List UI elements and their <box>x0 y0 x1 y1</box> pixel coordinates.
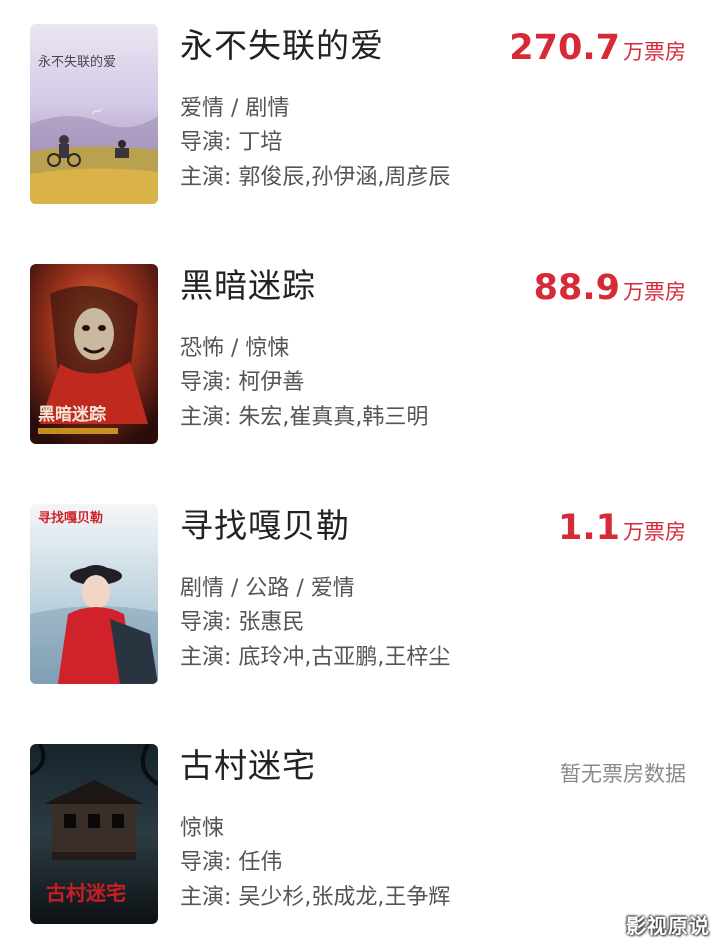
box-office-number: 1.1 <box>557 508 620 548</box>
svg-text:永不失联的爱: 永不失联的爱 <box>38 54 116 70</box>
box-office-unit: 万票房 <box>623 520 686 544</box>
movie-genre: 爱情 / 剧情 <box>180 96 290 121</box>
movie-director: 导演: 柯伊善 <box>180 370 305 395</box>
movie-genre: 剧情 / 公路 / 爱情 <box>180 576 355 601</box>
box-office: 暂无票房数据 <box>560 746 686 790</box>
movie-card-2[interactable]: 黑暗迷踪 黑暗迷踪 88.9 万票房 恐怖 / 惊悚 导演: 柯伊善 主演: 朱… <box>0 264 720 446</box>
movie-title[interactable]: 永不失联的爱 <box>180 24 384 68</box>
poster-image: 永不失联的爱 ~ <box>30 24 158 204</box>
movie-card-4[interactable]: 古村迷宅 古村迷宅 暂无票房数据 惊悚 导演: 任伟 主演: 吴少杉,张成龙,王… <box>0 744 720 926</box>
box-office-unit: 万票房 <box>623 280 686 304</box>
movie-title[interactable]: 黑暗迷踪 <box>180 264 316 308</box>
movie-poster[interactable]: 永不失联的爱 ~ <box>30 24 158 204</box>
box-office-unavailable: 暂无票房数据 <box>560 762 686 786</box>
movie-cast: 主演: 底玲冲,古亚鹏,王梓尘 <box>180 645 451 670</box>
box-office-number: 88.9 <box>533 268 620 308</box>
movie-title[interactable]: 古村迷宅 <box>180 744 316 788</box>
movie-card-3[interactable]: 寻找嘎贝勒 寻找嘎贝勒 1.1 万票房 剧情 / 公路 / 爱情 导演: 张惠民… <box>0 504 720 686</box>
movie-cast: 主演: 朱宏,崔真真,韩三明 <box>180 405 429 430</box>
watermark: 影视原说 <box>626 914 710 938</box>
poster-image: 寻找嘎贝勒 <box>30 504 158 684</box>
movie-poster[interactable]: 寻找嘎贝勒 <box>30 504 158 684</box>
box-office: 1.1 万票房 <box>558 506 686 550</box>
svg-text:寻找嘎贝勒: 寻找嘎贝勒 <box>38 510 103 526</box>
movie-poster[interactable]: 黑暗迷踪 <box>30 264 158 444</box>
movie-director: 导演: 任伟 <box>180 850 283 875</box>
movie-cast: 主演: 吴少杉,张成龙,王争辉 <box>180 885 451 910</box>
movie-list-page: 永不失联的爱 ~ 永不失联的爱 270.7 万票房 爱情 / 剧情 导演: 丁培… <box>0 0 720 947</box>
movie-title[interactable]: 寻找嘎贝勒 <box>180 504 350 548</box>
movie-cast: 主演: 郭俊辰,孙伊涵,周彦辰 <box>180 165 451 190</box>
poster-image: 古村迷宅 <box>30 744 158 924</box>
svg-text:黑暗迷踪: 黑暗迷踪 <box>38 404 106 425</box>
movie-director: 导演: 张惠民 <box>180 610 305 635</box>
box-office: 270.7 万票房 <box>509 26 686 70</box>
svg-text:古村迷宅: 古村迷宅 <box>46 881 126 905</box>
movie-genre: 惊悚 <box>180 816 225 841</box>
box-office-number: 270.7 <box>509 28 620 68</box>
box-office-unit: 万票房 <box>623 40 686 64</box>
movie-director: 导演: 丁培 <box>180 130 283 155</box>
poster-image: 黑暗迷踪 <box>30 264 158 444</box>
box-office: 88.9 万票房 <box>534 266 686 310</box>
movie-genre: 恐怖 / 惊悚 <box>180 336 290 361</box>
movie-card-1[interactable]: 永不失联的爱 ~ 永不失联的爱 270.7 万票房 爱情 / 剧情 导演: 丁培… <box>0 24 720 206</box>
movie-poster[interactable]: 古村迷宅 <box>30 744 158 924</box>
